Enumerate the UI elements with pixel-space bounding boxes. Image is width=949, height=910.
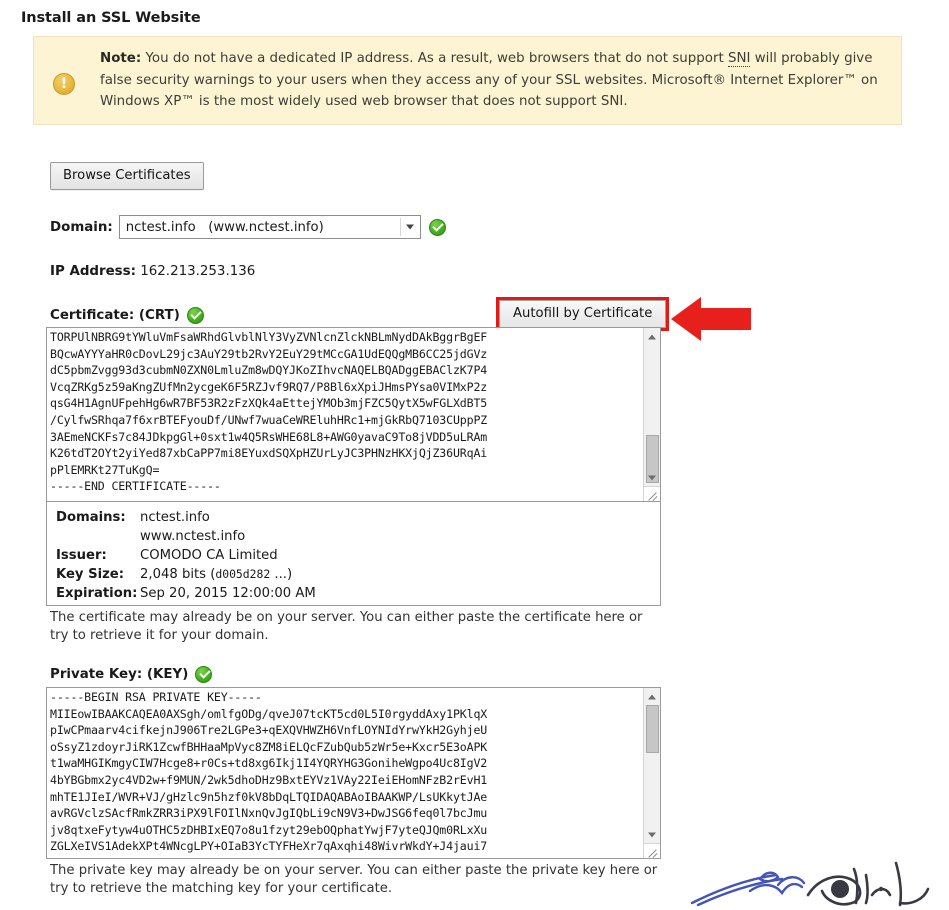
table-row: Domains: nctest.info www.nctest.info (56, 508, 660, 546)
ssl-install-page: Install an SSL Website Note: You do not … (0, 0, 949, 910)
detail-label-issuer: Issuer: (56, 548, 107, 563)
chevron-down-icon[interactable] (644, 827, 660, 842)
ip-address-label: IP Address: (50, 264, 136, 279)
ip-address-row: IP Address: 162.213.253.136 (50, 264, 255, 279)
detail-value-key-size: 2,048 bits (d005d282 ...) (140, 565, 660, 584)
certificate-textarea-shell[interactable]: TORPUlNBRG9tYWluVmFsaWRhdGlvblNlY3VyZVNl… (46, 327, 661, 502)
chevron-down-icon[interactable] (644, 470, 660, 485)
autofill-by-certificate-button[interactable]: Autofill by Certificate (499, 300, 667, 328)
domain-row: Domain: nctest.info (www.nctest.info) (50, 215, 446, 239)
detail-value-issuer: COMODO CA Limited (140, 548, 278, 563)
detail-label-expiration: Expiration: (56, 586, 138, 601)
private-key-helper-text: The private key may already be on your s… (50, 863, 658, 896)
note-sni-term: SNI (727, 51, 751, 67)
certificate-helper-text: The certificate may already be on your s… (50, 610, 643, 643)
resize-grip-icon[interactable] (643, 486, 660, 501)
chevron-up-icon[interactable] (644, 689, 660, 704)
green-check-icon (428, 218, 446, 236)
private-key-scrollbar[interactable] (643, 688, 660, 843)
chevron-down-icon (405, 224, 414, 230)
warning-exclamation-icon (53, 73, 75, 95)
detail-label-key-size: Key Size: (56, 567, 125, 582)
note-body-before: You do not have a dedicated IP address. … (141, 51, 728, 66)
browse-certificates-button[interactable]: Browse Certificates (50, 162, 204, 190)
scrollbar-thumb[interactable] (646, 705, 659, 753)
domain-selected-value: nctest.info (www.nctest.info) (125, 219, 324, 235)
persian-calligraphy-watermark (690, 861, 930, 907)
select-divider (399, 218, 401, 236)
page-title: Install an SSL Website (21, 10, 201, 26)
ip-address-value: 162.213.253.136 (140, 264, 256, 279)
certificate-details-table: Domains: nctest.info www.nctest.info Iss… (46, 502, 661, 606)
detail-value-domains: nctest.info www.nctest.info (140, 508, 660, 546)
table-row: Issuer: COMODO CA Limited (56, 546, 660, 565)
domain-www: www.nctest.info (140, 529, 246, 544)
certificate-scrollbar[interactable] (643, 328, 660, 486)
private-key-textarea-shell[interactable]: -----BEGIN RSA PRIVATE KEY----- MIIEowIB… (46, 687, 661, 859)
autofill-highlight-box: Autofill by Certificate (496, 297, 670, 331)
key-size-hash: d005d282 (215, 567, 271, 581)
green-check-icon (186, 307, 204, 324)
private-key-heading: Private Key: (KEY) (50, 666, 213, 683)
detail-value-expiration: Sep 20, 2015 12:00:00 AM (140, 586, 316, 601)
note-banner: Note: You do not have a dedicated IP add… (33, 36, 902, 125)
private-key-textarea[interactable]: -----BEGIN RSA PRIVATE KEY----- MIIEowIB… (50, 689, 641, 856)
key-size-bits: 2,048 bits ( (140, 567, 216, 582)
certificate-heading: Certificate: (CRT) (50, 307, 204, 324)
table-row: Key Size: 2,048 bits (d005d282 ...) (56, 565, 660, 584)
resize-grip-icon[interactable] (643, 843, 660, 858)
domain-label: Domain: (50, 219, 113, 235)
key-size-tail: ...) (270, 567, 293, 582)
note-label: Note: (100, 51, 142, 66)
domain-primary: nctest.info (140, 510, 210, 525)
certificate-textarea[interactable]: TORPUlNBRG9tYWluVmFsaWRhdGlvblNlY3VyZVNl… (50, 329, 641, 499)
note-text: Note: You do not have a dedicated IP add… (100, 48, 885, 113)
table-row: Expiration: Sep 20, 2015 12:00:00 AM (56, 584, 660, 603)
chevron-up-icon[interactable] (644, 329, 660, 344)
domain-select[interactable]: nctest.info (www.nctest.info) (118, 215, 421, 239)
green-check-icon (195, 666, 213, 683)
red-pointer-arrow (671, 297, 751, 341)
certificate-label: Certificate: (CRT) (50, 308, 180, 323)
detail-label-domains: Domains: (56, 510, 126, 525)
private-key-label: Private Key: (KEY) (50, 667, 189, 682)
